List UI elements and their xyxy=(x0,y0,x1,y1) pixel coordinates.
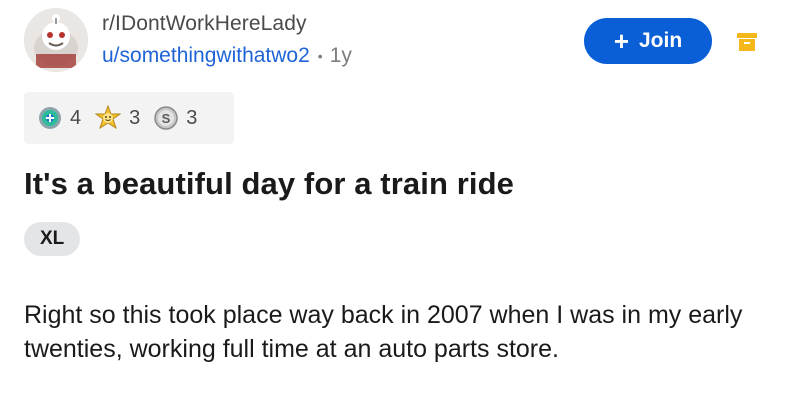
award-item: S 3 xyxy=(154,106,197,130)
meta-separator: • xyxy=(317,48,323,64)
reddit-post: r/IDontWorkHereLady u/somethingwithatwo2… xyxy=(0,0,800,420)
award-item: 4 xyxy=(38,106,81,130)
award-count: 4 xyxy=(70,106,82,129)
post-meta: u/somethingwithatwo2 • 1y xyxy=(102,44,352,68)
subreddit-avatar[interactable] xyxy=(24,8,88,72)
awards-bar[interactable]: 4 3 S 3 xyxy=(24,92,234,144)
post-flair[interactable]: XL xyxy=(24,222,81,256)
helpful-award-icon xyxy=(39,107,61,129)
author-username[interactable]: u/somethingwithatwo2 xyxy=(102,44,310,68)
post-body: Right so this took place way back in 200… xyxy=(24,301,743,363)
plus-icon: + xyxy=(613,26,629,56)
award-count: 3 xyxy=(186,106,198,129)
archive-icon[interactable] xyxy=(735,30,759,54)
award-count: 3 xyxy=(129,106,141,129)
post-title[interactable]: It's a beautiful day for a train ride xyxy=(24,166,514,202)
join-button[interactable]: + Join xyxy=(584,18,712,64)
award-item: 3 xyxy=(95,105,140,131)
wholesome-award-icon xyxy=(95,105,122,130)
post-age: 1y xyxy=(329,44,352,67)
silver-award-icon: S xyxy=(154,106,178,130)
svg-text:S: S xyxy=(162,111,171,126)
subreddit-name[interactable]: r/IDontWorkHereLady xyxy=(102,12,307,36)
join-label: Join xyxy=(639,29,683,52)
